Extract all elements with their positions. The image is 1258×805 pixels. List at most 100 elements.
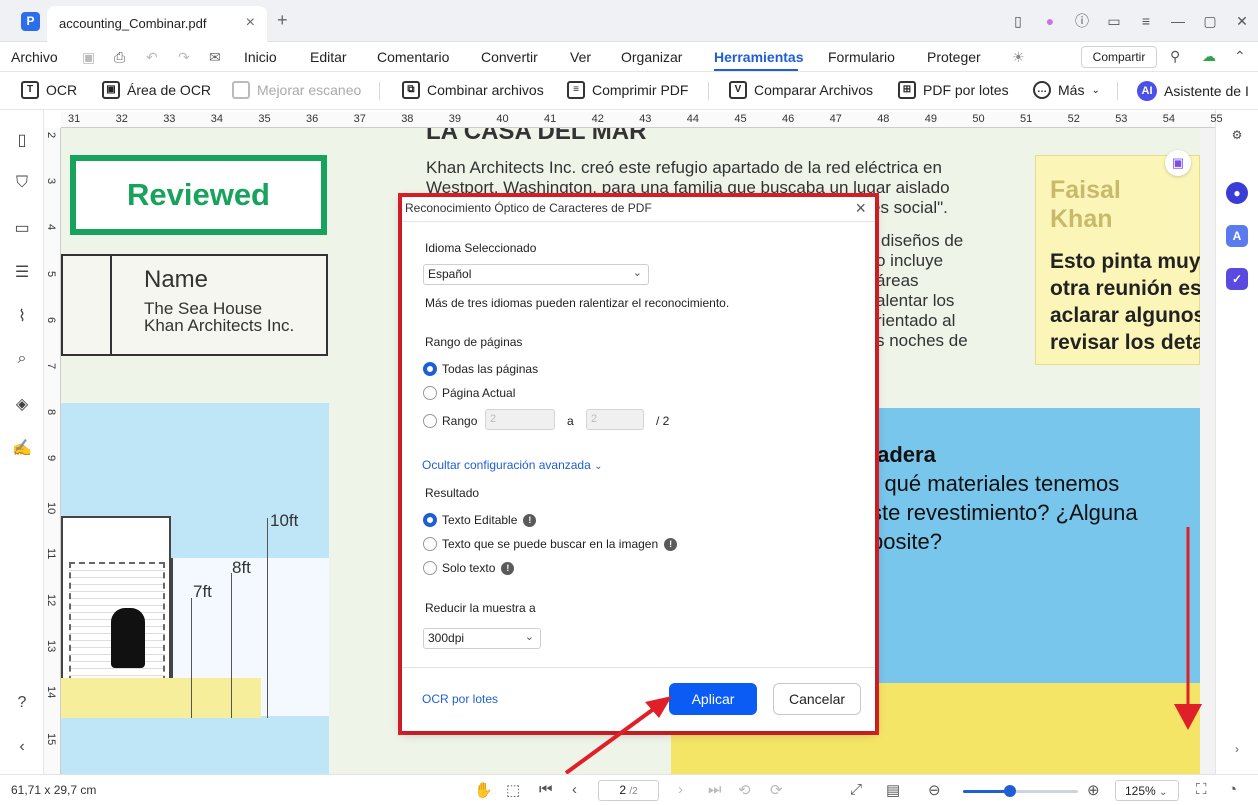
hand-tool-icon[interactable]: ✋ xyxy=(474,781,493,799)
ocr-por-lotes-link[interactable]: OCR por lotes xyxy=(422,692,498,706)
area-ocr-button[interactable]: ▣ Área de OCR xyxy=(102,81,211,99)
dialog-close-icon[interactable]: × xyxy=(855,198,866,219)
layers-list-icon[interactable]: ☰ xyxy=(12,262,32,282)
menu-proteger[interactable]: Proteger xyxy=(927,49,981,65)
collapse-right-icon[interactable]: › xyxy=(1226,738,1248,760)
save-icon[interactable]: ▣ xyxy=(82,49,95,66)
cloud-icon[interactable]: ☁ xyxy=(1202,48,1216,65)
menu-organizar[interactable]: Organizar xyxy=(621,49,682,65)
cancelar-button[interactable]: Cancelar xyxy=(773,683,861,715)
first-page-icon[interactable]: ⏮ xyxy=(539,781,553,798)
info-icon[interactable]: ! xyxy=(523,514,537,528)
new-tab-icon[interactable]: + xyxy=(277,10,288,31)
aplicar-button[interactable]: Aplicar xyxy=(669,683,757,715)
share-button[interactable]: Compartir xyxy=(1081,46,1157,68)
mail-icon[interactable]: ✉ xyxy=(209,49,221,66)
radio-actual[interactable] xyxy=(423,386,437,400)
print-icon[interactable]: ⎙ xyxy=(114,49,125,66)
menu-formulario[interactable]: Formulario xyxy=(828,49,895,65)
idioma-select[interactable]: Español ⌄ xyxy=(423,264,649,285)
madera-line: ste revestimiento? ¿Alguna xyxy=(871,500,1138,525)
page-current: 2 xyxy=(619,783,626,797)
radio-solo-texto[interactable] xyxy=(423,561,437,575)
menu-convertir[interactable]: Convertir xyxy=(481,49,538,65)
prev-page-icon[interactable]: ‹ xyxy=(572,781,577,798)
page-thumbnails-icon[interactable]: ▯ xyxy=(12,130,32,150)
note-ai-icon[interactable]: ▣ xyxy=(1165,150,1191,176)
search-icon[interactable]: ⌕ xyxy=(12,350,32,370)
next-page-icon[interactable]: › xyxy=(678,781,683,798)
dpi-select[interactable]: 300dpi ⌄ xyxy=(423,628,541,649)
rango-from-input[interactable]: 2 xyxy=(485,409,555,430)
help-circle-icon[interactable]: ? xyxy=(12,694,32,714)
redo-icon[interactable]: ↷ xyxy=(178,49,190,66)
minimize-icon[interactable]: — xyxy=(1162,13,1194,29)
maximize-icon[interactable]: ▢ xyxy=(1194,13,1226,30)
menu-ver[interactable]: Ver xyxy=(570,49,591,65)
idioma-hint: Más de tres idiomas pueden ralentizar el… xyxy=(425,296,730,310)
zoom-in-icon[interactable]: ⊕ xyxy=(1087,781,1100,799)
collapse-left-icon[interactable]: ‹ xyxy=(12,738,32,758)
rotate-right-icon[interactable]: ⟳ xyxy=(770,781,783,799)
comprimir-pdf-button[interactable]: ≡ Comprimir PDF xyxy=(567,81,688,99)
zoom-select[interactable]: 125% ⌄ xyxy=(1115,780,1179,801)
radio-rango[interactable] xyxy=(423,414,437,428)
collapse-icon[interactable]: ⌃ xyxy=(1234,48,1246,65)
page-layout-icon[interactable]: ▤ xyxy=(886,781,900,799)
ocr-button[interactable]: T OCR xyxy=(21,81,77,99)
ocultar-avanzada-link[interactable]: Ocultar configuración avanzada ⌄ xyxy=(422,458,603,472)
sticky-note[interactable]: Faisal Khan Esto pinta muy otra reunión … xyxy=(1035,155,1200,365)
pdf-por-lotes-button[interactable]: ⊞ PDF por lotes xyxy=(898,81,1009,99)
signature-icon[interactable]: ✍ xyxy=(12,438,32,458)
zoom-fill xyxy=(963,790,1011,793)
fullscreen-icon[interactable]: ⛶ xyxy=(1196,781,1207,798)
close-tab-icon[interactable]: × xyxy=(246,14,255,32)
layers-icon[interactable]: ◈ xyxy=(12,394,32,414)
last-page-icon[interactable]: ⏭ xyxy=(708,781,722,798)
active-tab-underline xyxy=(714,69,798,71)
page-number-input[interactable]: 2 /2 xyxy=(598,780,659,801)
zoom-out-icon[interactable]: ⊖ xyxy=(928,781,941,799)
feedback-icon[interactable]: ▭ xyxy=(1098,13,1130,30)
info-icon[interactable]: ! xyxy=(501,562,515,576)
menu-editar[interactable]: Editar xyxy=(310,49,347,65)
device-icon[interactable]: ▯ xyxy=(1002,13,1034,30)
menu-herramientas[interactable]: Herramientas xyxy=(714,49,804,65)
bookmark-icon[interactable]: ⛉ xyxy=(12,174,32,194)
vertical-scrollbar[interactable] xyxy=(1200,128,1215,774)
share-tree-icon[interactable]: ⚲ xyxy=(1170,48,1180,65)
read-mode-icon[interactable]: ◔ xyxy=(1228,781,1237,798)
menu-archivo[interactable]: Archivo xyxy=(11,49,58,65)
menu-icon[interactable]: ≡ xyxy=(1130,13,1162,29)
fit-page-icon[interactable]: ⤢ xyxy=(850,781,862,798)
asistente-ia-button[interactable]: AI Asistente de I xyxy=(1137,81,1249,101)
radio-texto-editable[interactable] xyxy=(423,513,437,527)
rotate-left-icon[interactable]: ⟲ xyxy=(738,781,751,799)
ai-assistant-icon[interactable]: ● xyxy=(1226,182,1248,204)
menu-comentario[interactable]: Comentario xyxy=(377,49,449,65)
mas-button[interactable]: … Más ⌄ xyxy=(1033,81,1100,99)
help-icon[interactable]: ⓘ xyxy=(1066,11,1098,31)
reviewed-stamp[interactable]: Reviewed xyxy=(70,155,327,235)
checklist-icon[interactable]: ✓ xyxy=(1226,268,1248,290)
attachment-icon[interactable]: ⌇ xyxy=(12,306,32,326)
rango-to-input[interactable]: 2 xyxy=(586,409,644,430)
radio-todas[interactable] xyxy=(423,362,437,376)
info-icon[interactable]: ! xyxy=(664,538,678,552)
zoom-handle[interactable] xyxy=(1004,785,1017,797)
menu-inicio[interactable]: Inicio xyxy=(244,49,277,65)
properties-icon[interactable]: ⚙ xyxy=(1226,124,1248,146)
combinar-archivos-button[interactable]: ⧉ Combinar archivos xyxy=(402,81,544,99)
lightbulb-icon[interactable]: ☀ xyxy=(1012,49,1025,66)
comparar-archivos-button[interactable]: V Comparar Archivos xyxy=(729,81,873,99)
select-tool-icon[interactable]: ⬚ xyxy=(506,781,520,799)
mejorar-escaneo-button[interactable]: Mejorar escaneo xyxy=(232,81,361,99)
user-avatar-icon[interactable]: ● xyxy=(1034,13,1066,29)
window-close-icon[interactable]: ✕ xyxy=(1226,13,1258,30)
undo-icon[interactable]: ↶ xyxy=(146,49,158,66)
comment-icon[interactable]: ▭ xyxy=(12,218,32,238)
radio-texto-buscable[interactable] xyxy=(423,537,437,551)
document-tab[interactable]: accounting_Combinar.pdf × xyxy=(47,6,267,42)
translate-icon[interactable]: A xyxy=(1226,225,1248,247)
zoom-slider[interactable] xyxy=(963,785,1078,797)
